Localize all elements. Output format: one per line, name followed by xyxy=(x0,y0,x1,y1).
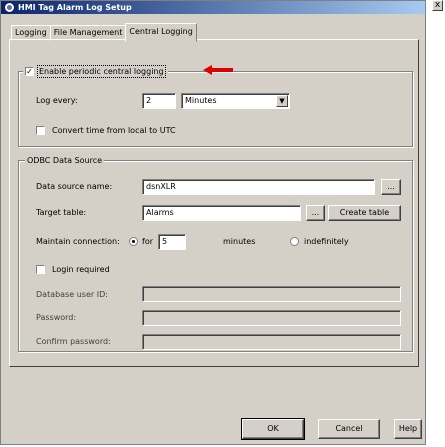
confirm-password-label: Confirm password: xyxy=(36,337,111,346)
minutes-label: minutes xyxy=(223,237,256,246)
confirm-password-input[interactable] xyxy=(142,334,401,350)
ok-button[interactable]: OK xyxy=(241,418,305,440)
target-table-label: Target table: xyxy=(36,208,87,217)
convert-utc-checkbox[interactable] xyxy=(36,126,45,135)
window-title: HMI Tag Alarm Log Setup xyxy=(18,3,132,12)
maintain-for-label: for xyxy=(142,237,153,246)
log-every-label: Log every: xyxy=(36,96,78,105)
title-bar[interactable]: HMI Tag Alarm Log Setup xyxy=(1,1,425,14)
dsn-label: Data source name: xyxy=(36,182,113,191)
user-id-label: Database user ID: xyxy=(36,290,108,299)
dsn-input[interactable]: dsnXLR xyxy=(142,179,375,195)
close-icon[interactable]: x xyxy=(432,0,443,11)
convert-utc-label: Convert time from local to UTC xyxy=(52,126,176,135)
log-every-unit-select[interactable]: Minutes ▼ xyxy=(181,93,290,109)
password-input[interactable] xyxy=(142,310,401,326)
maintain-for-radio[interactable] xyxy=(129,237,138,246)
annotation-arrow-icon xyxy=(203,65,233,75)
odbc-group-title: ODBC Data Source xyxy=(25,155,105,166)
app-icon xyxy=(4,2,15,13)
chevron-down-icon[interactable]: ▼ xyxy=(276,95,288,107)
login-required-label: Login required xyxy=(52,265,110,274)
enable-central-logging-label[interactable]: Enable periodic central logging xyxy=(37,65,166,78)
cancel-button[interactable]: Cancel xyxy=(318,419,380,439)
maintain-indefinitely-radio[interactable] xyxy=(290,237,299,246)
target-table-browse-button[interactable]: ... xyxy=(306,205,325,221)
maintain-connection-label: Maintain connection: xyxy=(36,237,120,246)
log-every-unit-value: Minutes xyxy=(185,96,217,105)
tab-central-logging[interactable]: Central Logging xyxy=(125,23,197,42)
password-label: Password: xyxy=(36,313,77,322)
log-every-input[interactable]: 2 xyxy=(142,93,176,109)
dialog-window: HMI Tag Alarm Log Setup Logging File Man… xyxy=(0,0,426,445)
target-table-input[interactable]: Alarms xyxy=(142,205,301,221)
enable-central-logging-checkbox[interactable]: ✓ xyxy=(25,67,34,76)
indefinitely-label: indefinitely xyxy=(304,237,349,246)
create-table-button[interactable]: Create table xyxy=(328,205,401,221)
enable-central-logging-header: ✓ Enable periodic central logging xyxy=(23,65,168,78)
tab-strip: Logging File Management Central Logging xyxy=(11,23,197,42)
help-button[interactable]: Help xyxy=(394,419,422,439)
maintain-minutes-input[interactable]: 5 xyxy=(158,234,186,250)
dsn-browse-button[interactable]: ... xyxy=(381,179,401,195)
user-id-input[interactable] xyxy=(142,286,401,302)
login-required-checkbox[interactable] xyxy=(36,265,45,274)
